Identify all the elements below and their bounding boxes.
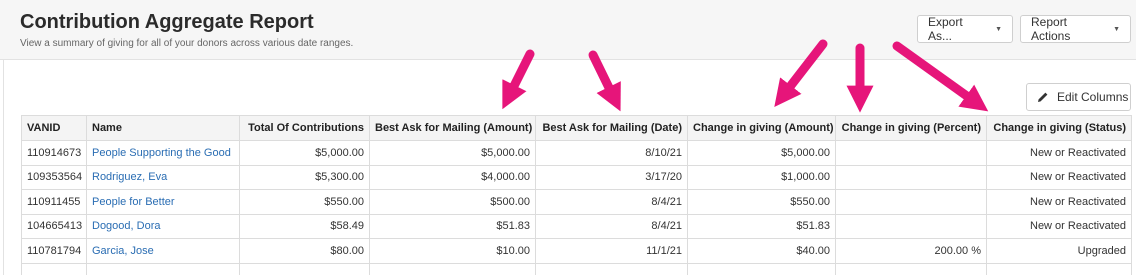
- cell-change-percent: [835, 140, 987, 166]
- page-title: Contribution Aggregate Report: [20, 11, 314, 33]
- cell-name: Rodriguez, Eva: [86, 164, 240, 190]
- cell-change-amount: $1,000.00: [687, 164, 836, 190]
- cell-ask-date: 8/10/21: [535, 140, 688, 166]
- cell-ask-date: 8/4/21: [535, 213, 688, 239]
- table-row: [21, 262, 1132, 275]
- cell-change-percent: [835, 164, 987, 190]
- cell-ask-amount: $4,000.00: [369, 164, 536, 190]
- table-row: 104665413 Dogood, Dora $58.49 $51.83 8/4…: [21, 213, 1132, 239]
- cell-ask-amount: $10.00: [369, 238, 536, 264]
- export-as-button[interactable]: Export As... ▼: [917, 15, 1013, 43]
- cell-status: New or Reactivated: [986, 140, 1132, 166]
- cell-status: New or Reactivated: [986, 189, 1132, 215]
- column-header-change-status[interactable]: Change in giving (Status): [986, 115, 1132, 141]
- cell-total: $5,300.00: [239, 164, 370, 190]
- table-row: 110781794 Garcia, Jose $80.00 $10.00 11/…: [21, 238, 1132, 264]
- caret-down-icon: ▼: [1113, 25, 1120, 33]
- table-row: 109353564 Rodriguez, Eva $5,300.00 $4,00…: [21, 164, 1132, 190]
- cell-name: Dogood, Dora: [86, 213, 240, 239]
- column-header-name[interactable]: Name: [86, 115, 240, 141]
- cell-change-percent: [835, 189, 987, 215]
- table-row: 110914673 People Supporting the Good $5,…: [21, 140, 1132, 166]
- donor-name-link[interactable]: People for Better: [92, 196, 175, 208]
- cell-change-percent: 200.00 %: [835, 238, 987, 264]
- cell-ask-date: 8/4/21: [535, 189, 688, 215]
- column-header-best-ask-date[interactable]: Best Ask for Mailing (Date): [535, 115, 688, 141]
- cell-vanid: 109353564: [21, 164, 87, 190]
- cell-total: $550.00: [239, 189, 370, 215]
- cell-change-amount: $40.00: [687, 238, 836, 264]
- cell-name: Garcia, Jose: [86, 238, 240, 264]
- report-header: Contribution Aggregate Report View a sum…: [0, 0, 1136, 60]
- edit-columns-label: Edit Columns: [1057, 90, 1129, 104]
- cell-change-amount: $5,000.00: [687, 140, 836, 166]
- cell-vanid: 110914673: [21, 140, 87, 166]
- cell-ask-date: 3/17/20: [535, 164, 688, 190]
- cell-ask-amount: $5,000.00: [369, 140, 536, 166]
- cell-total: $5,000.00: [239, 140, 370, 166]
- cell-change-amount: $550.00: [687, 189, 836, 215]
- edit-columns-button[interactable]: Edit Columns: [1026, 83, 1131, 111]
- pencil-icon: [1038, 92, 1048, 102]
- cell-total: $58.49: [239, 213, 370, 239]
- column-header-vanid[interactable]: VANID: [21, 115, 87, 141]
- cell-change-percent: [835, 213, 987, 239]
- column-header-best-ask-amount[interactable]: Best Ask for Mailing (Amount): [369, 115, 536, 141]
- report-actions-button[interactable]: Report Actions ▼: [1020, 15, 1131, 43]
- column-header-change-percent[interactable]: Change in giving (Percent): [835, 115, 987, 141]
- page-subtitle: View a summary of giving for all of your…: [20, 38, 354, 49]
- cell-ask-date: 11/1/21: [535, 238, 688, 264]
- table-header-row: VANID Name Total Of Contributions Best A…: [21, 115, 1132, 141]
- cell-vanid: 104665413: [21, 213, 87, 239]
- donor-name-link[interactable]: Dogood, Dora: [92, 220, 161, 232]
- cell-vanid: 110911455: [21, 189, 87, 215]
- cell-ask-amount: $500.00: [369, 189, 536, 215]
- donor-name-link[interactable]: Garcia, Jose: [92, 245, 154, 257]
- report-actions-label: Report Actions: [1031, 15, 1071, 43]
- column-header-change-amount[interactable]: Change in giving (Amount): [687, 115, 836, 141]
- cell-status: Upgraded: [986, 238, 1132, 264]
- cell-total: $80.00: [239, 238, 370, 264]
- cell-name: People Supporting the Good: [86, 140, 240, 166]
- cell-vanid: 110781794: [21, 238, 87, 264]
- caret-down-icon: ▼: [995, 25, 1002, 33]
- cell-change-amount: $51.83: [687, 213, 836, 239]
- cell-status: New or Reactivated: [986, 164, 1132, 190]
- donor-name-link[interactable]: Rodriguez, Eva: [92, 171, 167, 183]
- table-row: 110911455 People for Better $550.00 $500…: [21, 189, 1132, 215]
- cell-ask-amount: $51.83: [369, 213, 536, 239]
- cell-status: New or Reactivated: [986, 213, 1132, 239]
- export-as-label: Export As...: [928, 15, 963, 43]
- contribution-table: VANID Name Total Of Contributions Best A…: [21, 115, 1132, 275]
- donor-name-link[interactable]: People Supporting the Good: [92, 147, 231, 159]
- cell-name: People for Better: [86, 189, 240, 215]
- column-header-total-contributions[interactable]: Total Of Contributions: [239, 115, 370, 141]
